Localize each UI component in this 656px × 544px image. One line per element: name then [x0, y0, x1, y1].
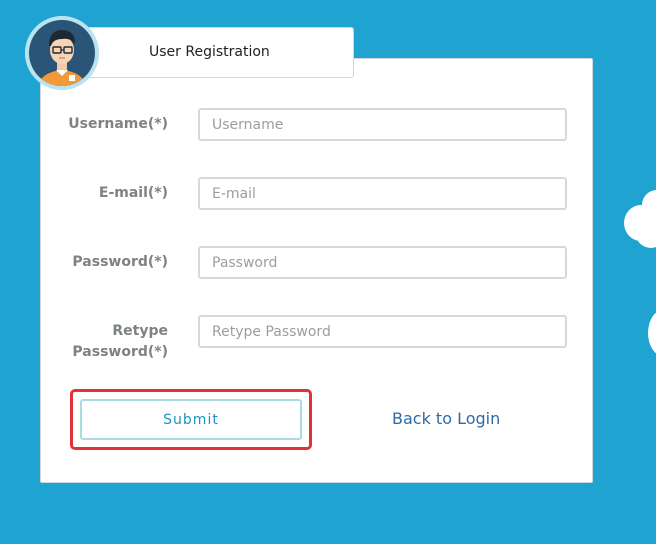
retype-password-input[interactable]	[198, 315, 567, 348]
email-input[interactable]	[198, 177, 567, 210]
submit-button[interactable]: Submit	[80, 399, 302, 440]
email-label: E-mail(*)	[98, 185, 168, 201]
cloud-decoration	[648, 310, 656, 356]
back-to-login-link[interactable]: Back to Login	[392, 409, 500, 428]
user-avatar-icon	[25, 16, 99, 90]
cloud-decoration	[636, 220, 656, 248]
retype-password-label-line1: Retype	[112, 323, 168, 339]
password-label: Password(*)	[72, 254, 168, 270]
retype-password-label: Retype Password(*)	[60, 321, 168, 363]
page-title: User Registration	[149, 44, 270, 60]
password-input[interactable]	[198, 246, 567, 279]
username-input[interactable]	[198, 108, 567, 141]
retype-password-label-line2: Password(*)	[72, 344, 168, 360]
username-label: Username(*)	[68, 116, 168, 132]
